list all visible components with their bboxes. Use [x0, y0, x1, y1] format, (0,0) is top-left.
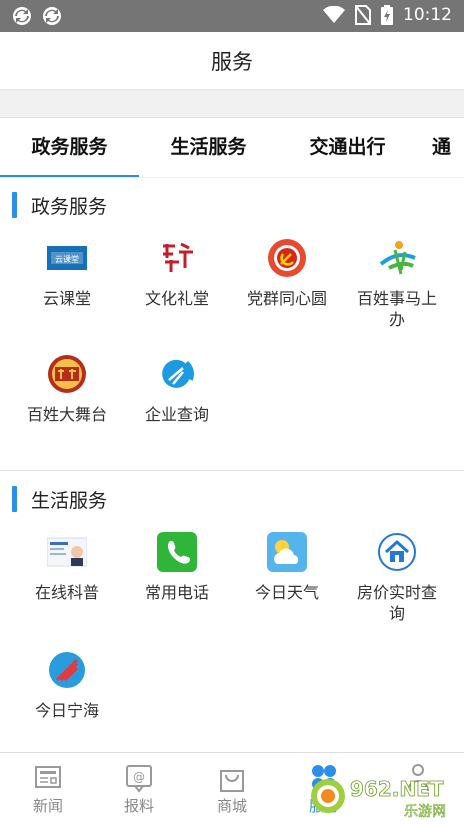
no-sim-icon: [355, 5, 371, 25]
citizen-affairs-icon: [379, 241, 416, 275]
title-bar: 服务: [0, 32, 464, 90]
service-item[interactable]: 今日天气: [232, 532, 342, 603]
section-accent-bar: [12, 192, 17, 218]
section-title-text: 生活服务: [31, 489, 108, 512]
svg-text:云课堂: 云课堂: [55, 254, 79, 264]
category-tabs: 政务服务 生活服务 交通出行 通: [0, 118, 464, 178]
service-item-label: 在线科普: [34, 583, 99, 602]
spacer: [0, 90, 464, 118]
section-title-text: 政务服务: [31, 195, 108, 218]
service-item[interactable]: 文化礼堂: [122, 238, 232, 309]
tab-life[interactable]: 生活服务: [139, 118, 278, 177]
party-circle-icon: [268, 239, 306, 277]
service-item[interactable]: 今日宁海: [12, 650, 122, 721]
sync-icon: [13, 7, 31, 25]
tab-traffic[interactable]: 交通出行: [278, 118, 417, 177]
enterprise-query-icon: [158, 355, 194, 392]
service-item[interactable]: 房价实时查询: [342, 532, 452, 624]
ninghai-icon: [49, 652, 85, 688]
tab-more[interactable]: 通: [432, 118, 464, 177]
stage-icon: [48, 355, 86, 393]
nav-report[interactable]: @ 报料: [99, 763, 179, 816]
wifi-icon: [323, 6, 345, 23]
service-item-label: 今日天气: [254, 583, 319, 602]
cloud-class-icon: 云课堂: [47, 246, 87, 270]
service-item-label: 常用电话: [144, 583, 209, 602]
svg-text:962.NET: 962.NET: [350, 777, 444, 801]
service-item-label: 百姓事马上办: [356, 289, 437, 329]
status-bar: 10:12: [0, 0, 464, 32]
service-item-label: 企业查询: [144, 405, 209, 424]
report-icon: @: [126, 765, 152, 793]
service-item[interactable]: 在线科普: [12, 532, 122, 603]
section-divider: [0, 470, 464, 471]
weather-icon: [267, 532, 307, 572]
service-item-label: 百姓大舞台: [26, 405, 107, 424]
battery-icon: [381, 5, 393, 25]
section-accent-bar: [12, 486, 17, 512]
service-item[interactable]: 企业查询: [122, 354, 232, 425]
service-item-label: 党群同心圆: [246, 289, 327, 308]
science-icon: [47, 537, 87, 567]
house-price-icon: [378, 533, 416, 571]
service-item-label: 云课堂: [42, 289, 91, 308]
bottom-nav: 新闻 @ 报料 商城 服务 962.NET 乐游网: [0, 752, 464, 824]
svg-text:乐游网: 乐游网: [404, 804, 446, 820]
service-item[interactable]: 党群同心圆: [232, 238, 342, 309]
clock: 10:12: [403, 5, 452, 25]
section-title-government: 政务服务: [12, 192, 107, 218]
service-item[interactable]: 百姓事马上办: [342, 238, 452, 330]
nav-shop[interactable]: 商城: [192, 763, 272, 816]
service-item[interactable]: 百姓大舞台: [12, 354, 122, 425]
service-item[interactable]: 云课堂 云课堂: [12, 238, 122, 309]
nav-label: 新闻: [32, 797, 63, 815]
page-title: 服务: [211, 50, 253, 74]
sync-icon: [43, 7, 61, 25]
nav-label: 商城: [216, 797, 247, 815]
service-item-label: 今日宁海: [34, 701, 99, 720]
culture-hall-icon: [159, 240, 195, 276]
nav-news[interactable]: 新闻: [8, 763, 88, 816]
service-item[interactable]: 常用电话: [122, 532, 232, 603]
service-item-label: 房价实时查询: [356, 583, 437, 623]
service-item-label: 文化礼堂: [144, 289, 209, 308]
watermark-logo: 962.NET 乐游网: [311, 777, 446, 820]
shop-icon: [220, 770, 244, 792]
phone-icon: [157, 532, 197, 572]
nav-label: 报料: [123, 797, 154, 815]
news-icon: [35, 766, 61, 788]
tab-government[interactable]: 政务服务: [0, 118, 139, 177]
svg-text:@: @: [133, 770, 145, 784]
section-title-life: 生活服务: [12, 486, 107, 512]
